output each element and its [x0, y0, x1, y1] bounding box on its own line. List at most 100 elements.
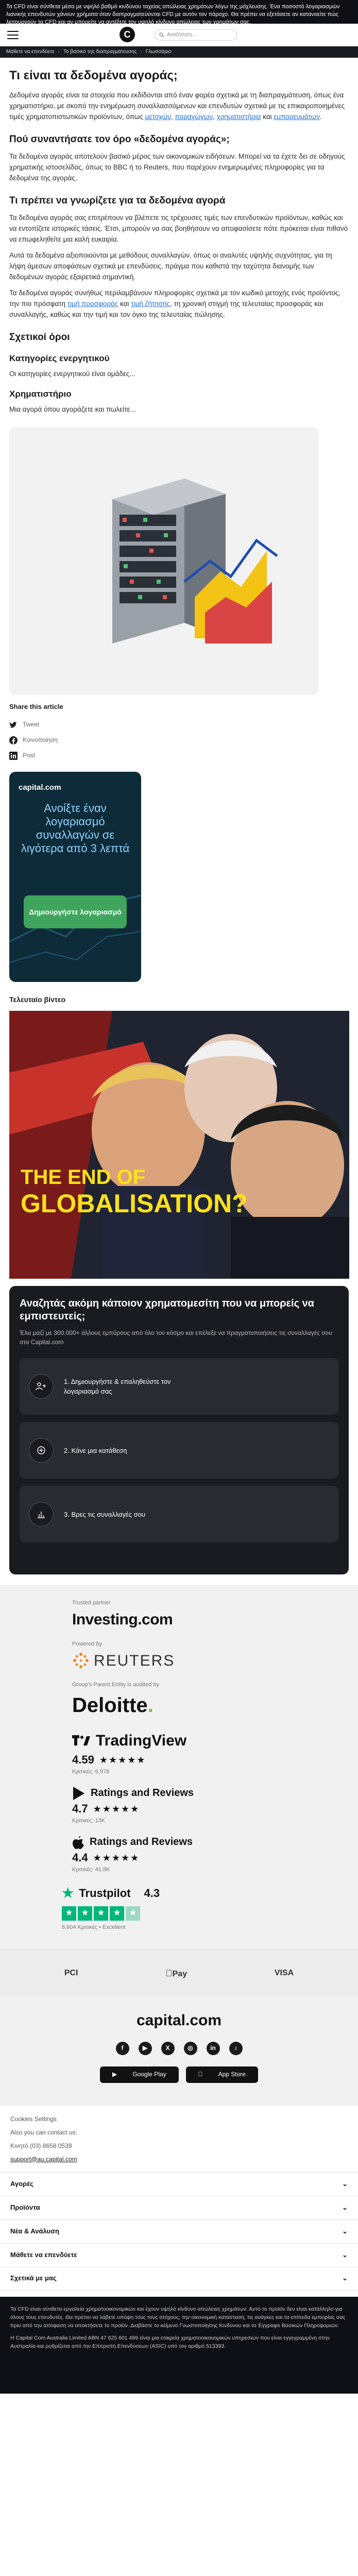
video-caption-line-1: THE END OF — [21, 1166, 146, 1189]
x-twitter-icon[interactable]: X — [161, 2042, 175, 2056]
link-exchanges[interactable]: χρηματιστήρια — [217, 113, 261, 121]
cta-step-2[interactable]: 2. Κάνε μια κατάθεση — [20, 1422, 338, 1479]
trustpilot-logo[interactable]: ★ Trustpilot 4.3 — [62, 1884, 348, 1903]
share-title: Share this article — [9, 703, 63, 710]
page-title: Τι είναι τα δεδομένα αγοράς; — [9, 69, 178, 82]
intro-paragraph: Δεδομένα αγοράς είναι τα στοιχεία που εκ… — [9, 91, 345, 121]
article-content: Τι είναι τα δεδομένα αγοράς; Δεδομένα αγ… — [0, 58, 358, 1575]
breadcrumb-separator-icon: › — [140, 48, 142, 55]
heading-know: Τι πρέπει να γνωρίζετε για τα δεδομένα α… — [9, 195, 226, 206]
chevron-down-icon: ⌄ — [342, 2203, 348, 2211]
linkedin-icon — [9, 751, 18, 760]
cookie-settings-link[interactable]: Cookies Settings — [10, 2112, 348, 2126]
search-input[interactable]: Αναζήτηση... — [155, 29, 237, 41]
link-bid-price[interactable]: τιμή προσφοράς — [67, 300, 118, 308]
site-header: C Αναζήτηση... — [0, 24, 358, 46]
cta-title: Αναζητάς ακόμη κάποιον χρηματομεσίτη που… — [20, 1298, 314, 1323]
reuters-logo[interactable]: REUTERS — [72, 1650, 348, 1672]
breadcrumb-item-glossary[interactable]: Γλωσσάριο — [146, 48, 172, 56]
tradingview-rating-value: 4.59 — [72, 1753, 94, 1767]
apple-review-count: Κριτικές: 41.8K — [72, 1867, 110, 1873]
search-placeholder: Αναζήτηση... — [167, 31, 196, 38]
trust-section: Trusted partner Investing.com Powered by… — [0, 1585, 358, 1950]
contact-email[interactable]: support@au.capital.com — [10, 2156, 77, 2163]
share-linkedin-label: Post — [23, 752, 36, 759]
share-facebook[interactable]: Κοινοποίηση — [9, 733, 349, 748]
cta-description: Έλα μαζί με 300.000+ άλλους εμπόρους από… — [20, 1329, 332, 1346]
contact-label: Also you can contact us: — [10, 2128, 78, 2136]
breadcrumb-separator-icon: › — [58, 48, 60, 55]
link-ask-price[interactable]: τιμή ζήτησης — [131, 300, 170, 308]
footer-risk-text-1: Τα CFD είναι σύνθετα εργαλεία χρηματοοικ… — [10, 2306, 346, 2329]
app-store-button[interactable]: App Store — [185, 2066, 258, 2083]
heading-related-terms: Σχετικοί όροι — [9, 332, 70, 343]
related-term-title-asset-classes[interactable]: Κατηγορίες ενεργητικού — [9, 353, 349, 364]
cta-step-3[interactable]: 3. Βρες τις συναλλαγές σου — [20, 1486, 338, 1543]
footer-menu-products[interactable]: Προϊόντα ⌄ — [0, 2195, 358, 2219]
tradingview-logo[interactable]: TradingView — [72, 1730, 348, 1752]
facebook-icon[interactable]: f — [115, 2042, 129, 2056]
chevron-down-icon: ⌄ — [342, 2250, 348, 2259]
footer-menu-learn[interactable]: Μάθετε να επενδύετε ⌄ — [0, 2243, 358, 2267]
google-review-count: Κριτικές: 13K — [72, 1818, 106, 1824]
broker-cta-card: Αναζητάς ακόμη κάποιον χρηματομεσίτη που… — [9, 1286, 349, 1575]
related-term-desc-asset-classes: Οι κατηγορίες ενεργητικού είναι ομάδες..… — [9, 370, 135, 378]
pci-logo: PCI — [64, 1969, 78, 1978]
paragraph-know-1: Τα δεδομένα αγοράς σας επιτρέπουν να βλέ… — [9, 214, 348, 243]
google-ratings-title: Ratings and Reviews — [91, 1787, 194, 1799]
share-linkedin[interactable]: Post — [9, 748, 349, 764]
linkedin-icon[interactable]: in — [206, 2042, 220, 2056]
footer-menu-markets[interactable]: Αγορές ⌄ — [0, 2172, 358, 2196]
reuters-dots-icon — [73, 1653, 89, 1669]
cta-step-3-text: 3. Βρες τις συναλλαγές σου — [64, 1510, 146, 1518]
footer-menu-about[interactable]: Σχετικά με μας ⌄ — [0, 2266, 358, 2291]
share-twitter[interactable]: Tweet — [9, 717, 349, 733]
signup-promo-card: capital.com Ανοίξτε έναν λογαριασμό συνα… — [9, 771, 141, 982]
deloitte-logo[interactable]: Deloitte. — [72, 1690, 348, 1720]
youtube-icon[interactable]: ▶ — [138, 2042, 152, 2056]
latest-video-thumbnail[interactable]: THE END OF GLOBALISATION? — [9, 1011, 349, 1279]
promo-text: Ανοίξτε έναν λογαριασμό συναλλαγών σε λι… — [21, 801, 130, 855]
google-rating-value: 4.7 — [72, 1802, 88, 1816]
share-twitter-label: Tweet — [23, 721, 40, 728]
related-term-title-exchange[interactable]: Χρηματιστήριο — [9, 388, 349, 400]
apple-pay-logo: Pay — [165, 1968, 187, 1978]
video-caption-line-2: GLOBALISATION? — [21, 1189, 248, 1218]
user-plus-icon — [29, 1374, 54, 1399]
apple-ratings-title: Ratings and Reviews — [90, 1836, 193, 1848]
deposit-icon — [29, 1438, 54, 1463]
partner-label: Trusted partner — [72, 1600, 111, 1606]
google-play-button[interactable]: ▶ Google Play — [100, 2066, 179, 2083]
breadcrumb-item-learn[interactable]: Μάθετε να επενδύετε — [6, 48, 55, 56]
audit-label: Group's Parent Entity is audited by — [72, 1682, 160, 1688]
footer-risk-warning: Τα CFD είναι σύνθετα εργαλεία χρηματοοικ… — [0, 2296, 358, 2394]
heading-where: Πού συναντήσατε τον όρο «δεδομένα αγοράς… — [9, 134, 230, 145]
reuters-wordmark: REUTERS — [94, 1652, 175, 1669]
apple-icon — [73, 1835, 84, 1849]
link-commodities[interactable]: εμπορευμάτων — [274, 113, 320, 121]
app-store-ratings[interactable]: Ratings and Reviews — [72, 1835, 348, 1850]
tiktok-icon[interactable]: ♪ — [229, 2042, 243, 2056]
related-term-desc-exchange: Μια αγορά όπου αγοράζετε και πωλείτε... — [9, 405, 136, 413]
contact-phone[interactable]: Κινητό (03) 8658 0539 — [10, 2139, 348, 2153]
google-play-ratings[interactable]: Ratings and Reviews — [72, 1786, 348, 1801]
cta-step-1[interactable]: 1. Δημιουργήστε & επαληθεύστε τον λογαρι… — [20, 1358, 338, 1415]
footer-logo[interactable]: capital.com — [137, 2009, 221, 2032]
capital-logo[interactable]: C — [120, 27, 135, 42]
cta-step-1-text: 1. Δημιουργήστε & επαληθεύστε τον λογαρι… — [64, 1378, 171, 1396]
breadcrumb-item-basics[interactable]: Το βασικό της διαπραγμάτευσης — [63, 48, 137, 56]
facebook-icon — [9, 736, 18, 744]
footer-menu-news[interactable]: Νέα & Ανάλυση ⌄ — [0, 2219, 358, 2243]
social-links: f ▶ X ◎ in ♪ — [115, 2042, 243, 2056]
menu-icon[interactable] — [7, 30, 19, 39]
create-account-button[interactable]: Δημιουργήστε λογαριασμό — [24, 895, 127, 928]
paragraph-know-3: Τα δεδομένα αγοράς συνήθως περιλαμβάνουν… — [9, 289, 341, 318]
chevron-down-icon: ⌄ — [342, 2227, 348, 2235]
investing-logo[interactable]: Investing.com — [72, 1608, 348, 1631]
google-play-icon: ▶ — [106, 2066, 124, 2083]
link-stocks[interactable]: μετοχών — [145, 113, 171, 121]
paragraph-where: Τα δεδομένα αγοράς αποτελούν βασικό μέρο… — [9, 152, 345, 182]
instagram-icon[interactable]: ◎ — [183, 2042, 197, 2056]
trustpilot-review-count: 8,604 Κριτικές • Excellent — [62, 1924, 126, 1930]
link-derivatives[interactable]: παραγώγων — [175, 113, 213, 121]
